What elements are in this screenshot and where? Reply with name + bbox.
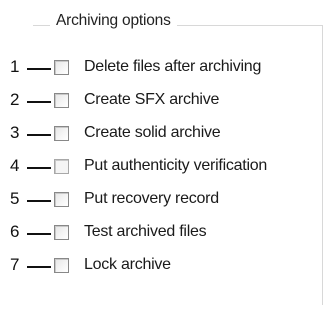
callout-leader-line (27, 200, 51, 202)
option-test-archived-files[interactable]: 6 Test archived files (0, 221, 331, 247)
option-create-sfx-archive[interactable]: 2 Create SFX archive (0, 89, 331, 115)
option-label: Test archived files (84, 223, 207, 240)
group-title: Archiving options (50, 12, 177, 30)
callout-number: 2 (10, 90, 20, 109)
option-label: Delete files after archiving (84, 58, 262, 75)
callout-leader-line (27, 68, 51, 70)
callout-number: 5 (10, 189, 20, 208)
test-archived-files-checkbox[interactable] (54, 225, 69, 240)
callout-leader-line (27, 134, 51, 136)
option-label: Lock archive (84, 256, 171, 273)
option-label: Create SFX archive (84, 91, 220, 108)
delete-files-checkbox[interactable] (54, 60, 69, 75)
callout-number: 6 (10, 222, 20, 241)
create-sfx-checkbox[interactable] (54, 93, 69, 108)
lock-archive-checkbox[interactable] (54, 258, 69, 273)
option-label: Put authenticity verification (84, 157, 268, 174)
archiving-options-panel: Archiving options 1 Delete files after a… (0, 0, 331, 313)
option-lock-archive[interactable]: 7 Lock archive (0, 254, 331, 280)
callout-leader-line (27, 233, 51, 235)
option-create-solid-archive[interactable]: 3 Create solid archive (0, 122, 331, 148)
option-label: Put recovery record (84, 190, 219, 207)
option-put-authenticity-verification[interactable]: 4 Put authenticity verification (0, 155, 331, 181)
authenticity-verification-checkbox[interactable] (54, 159, 69, 174)
callout-number: 4 (10, 156, 20, 175)
callout-leader-line (27, 266, 51, 268)
create-solid-checkbox[interactable] (54, 126, 69, 141)
callout-number: 7 (10, 255, 20, 274)
recovery-record-checkbox[interactable] (54, 192, 69, 207)
option-label: Create solid archive (84, 124, 221, 141)
callout-number: 3 (10, 123, 20, 142)
option-delete-files-after-archiving[interactable]: 1 Delete files after archiving (0, 56, 331, 82)
option-put-recovery-record[interactable]: 5 Put recovery record (0, 188, 331, 214)
callout-number: 1 (10, 57, 20, 76)
callout-leader-line (27, 167, 51, 169)
callout-leader-line (27, 101, 51, 103)
